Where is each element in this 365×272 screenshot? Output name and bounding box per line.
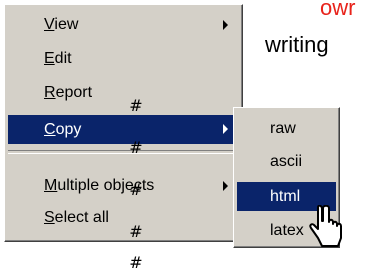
menu-item-select-all[interactable]: Select all — [8, 204, 239, 232]
submenu-arrow-icon — [223, 181, 228, 191]
submenu-item-label: latex — [270, 222, 304, 239]
submenu-item-label: html — [270, 188, 301, 205]
menu-item-label: Select all — [44, 209, 109, 226]
menu-item-label: View — [44, 16, 79, 33]
hash-marker: # — [129, 253, 143, 272]
menu-item-view[interactable]: View — [8, 11, 239, 39]
menu-item-multiple-objects[interactable]: Multiple objects — [8, 172, 239, 200]
menu-item-copy[interactable]: Copy — [8, 115, 239, 144]
menu-separator — [8, 150, 239, 154]
hash-marker: # — [129, 180, 143, 199]
background-red-text: owr — [320, 0, 356, 20]
menu-item-report[interactable]: Report — [8, 79, 239, 107]
context-menu: View Edit Report Copy Multiple objects S… — [4, 4, 243, 242]
hash-marker: # — [129, 96, 143, 115]
menu-item-label: Edit — [44, 50, 72, 67]
hash-marker: # — [129, 138, 143, 157]
submenu-arrow-icon — [223, 20, 228, 30]
menu-item-label: Report — [44, 84, 93, 101]
submenu-arrow-icon — [223, 124, 228, 134]
submenu-item-ascii[interactable]: ascii — [237, 147, 336, 176]
submenu-item-label: ascii — [270, 153, 303, 170]
submenu-item-raw[interactable]: raw — [237, 114, 336, 143]
hand-cursor-icon — [309, 205, 342, 247]
menu-item-label: Copy — [44, 121, 82, 138]
background-text: writing — [265, 32, 329, 57]
hash-marker: # — [129, 222, 143, 241]
submenu-item-label: raw — [270, 120, 296, 137]
menu-item-edit[interactable]: Edit — [8, 45, 239, 73]
